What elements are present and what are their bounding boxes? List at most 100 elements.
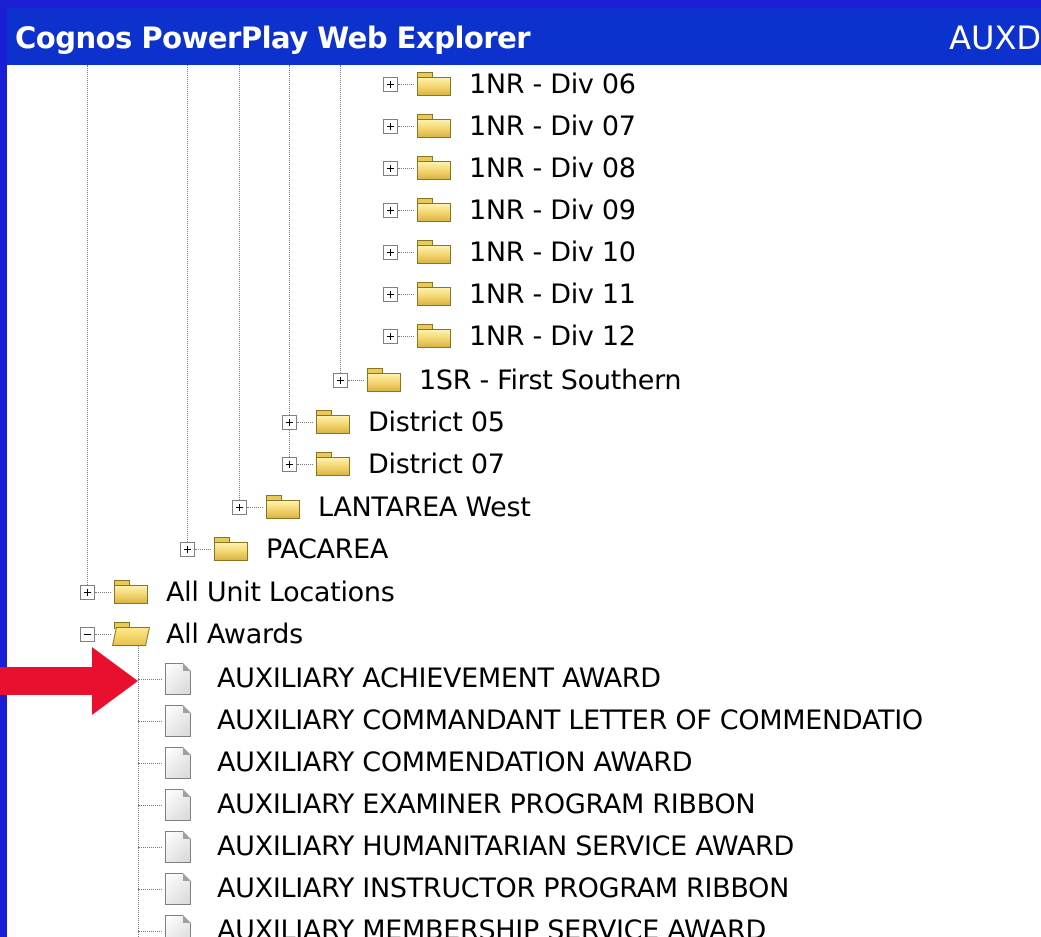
- tree-connector: [138, 679, 162, 680]
- folder-icon: [417, 156, 451, 180]
- tree-node-first-southern[interactable]: 1SR - First Southern: [7, 361, 767, 403]
- tree-connector: [348, 380, 364, 381]
- tree-node-div-09[interactable]: 1NR - Div 09: [7, 191, 707, 233]
- document-icon: [165, 663, 191, 695]
- tree-connector: [95, 592, 111, 593]
- tree-node-label: 1NR - Div 09: [469, 195, 636, 226]
- document-icon: [165, 873, 191, 905]
- tree-connector: [398, 84, 414, 85]
- tree-connector: [398, 126, 414, 127]
- red-arrow-icon: [0, 647, 138, 715]
- tree-leaf-award[interactable]: AUXILIARY HUMANITARIAN SERVICE AWARD: [7, 827, 1041, 869]
- tree-leaf-award[interactable]: AUXILIARY ACHIEVEMENT AWARD: [7, 659, 1041, 701]
- document-icon: [165, 705, 191, 737]
- tree-node-lantarea-west[interactable]: LANTAREA West: [7, 488, 607, 530]
- tree-node-label: 1NR - Div 06: [469, 69, 636, 100]
- document-icon: [165, 747, 191, 779]
- expand-icon[interactable]: [282, 457, 297, 472]
- tree-node-label: 1NR - Div 10: [469, 237, 636, 268]
- document-icon: [165, 915, 191, 937]
- tree-node-label: LANTAREA West: [318, 492, 531, 523]
- tree-panel: 1NR - Div 06 1NR - Div 07 1NR - Div 08 1…: [7, 65, 1041, 937]
- tree-connector: [398, 168, 414, 169]
- folder-icon: [417, 282, 451, 306]
- expand-icon[interactable]: [282, 415, 297, 430]
- tree-node-label: District 05: [368, 407, 505, 438]
- award-label: AUXILIARY HUMANITARIAN SERVICE AWARD: [217, 831, 794, 862]
- award-label: AUXILIARY EXAMINER PROGRAM RIBBON: [217, 789, 756, 820]
- tree-leaf-award[interactable]: AUXILIARY INSTRUCTOR PROGRAM RIBBON: [7, 869, 1041, 911]
- folder-icon: [417, 198, 451, 222]
- tree-connector: [138, 721, 162, 722]
- tree-node-label: 1NR - Div 08: [469, 153, 636, 184]
- expand-icon[interactable]: [333, 373, 348, 388]
- expand-icon[interactable]: [383, 287, 398, 302]
- open-folder-icon: [111, 622, 151, 646]
- tree-connector: [95, 634, 111, 635]
- award-label: AUXILIARY MEMBERSHIP SERVICE AWARD: [217, 915, 766, 937]
- expand-icon[interactable]: [383, 203, 398, 218]
- tree-leaf-award[interactable]: AUXILIARY COMMENDATION AWARD: [7, 743, 1041, 785]
- award-label: AUXILIARY COMMANDANT LETTER OF COMMENDAT…: [217, 705, 923, 736]
- tree-connector: [297, 422, 313, 423]
- tree-node-district-05[interactable]: District 05: [7, 403, 607, 445]
- expand-icon[interactable]: [383, 77, 398, 92]
- award-label: AUXILIARY ACHIEVEMENT AWARD: [217, 663, 661, 694]
- tree-node-div-06[interactable]: 1NR - Div 06: [7, 65, 707, 107]
- award-label: AUXILIARY INSTRUCTOR PROGRAM RIBBON: [217, 873, 790, 904]
- tree-leaf-award[interactable]: AUXILIARY MEMBERSHIP SERVICE AWARD: [7, 911, 1041, 937]
- award-label: AUXILIARY COMMENDATION AWARD: [217, 747, 693, 778]
- expand-icon[interactable]: [383, 329, 398, 344]
- expand-icon[interactable]: [232, 500, 247, 515]
- tree-connector: [398, 252, 414, 253]
- tree-connector: [398, 294, 414, 295]
- tree-node-label: 1NR - Div 11: [469, 279, 636, 310]
- window-title-right: AUXD: [949, 19, 1041, 57]
- window-title: Cognos PowerPlay Web Explorer: [15, 21, 531, 55]
- tree-node-div-11[interactable]: 1NR - Div 11: [7, 275, 707, 317]
- tree-node-label: 1NR - Div 07: [469, 111, 636, 142]
- tree-node-div-12[interactable]: 1NR - Div 12: [7, 317, 707, 359]
- tree-connector: [195, 549, 211, 550]
- tree-connector: [297, 464, 313, 465]
- document-icon: [165, 831, 191, 863]
- folder-icon: [367, 368, 401, 392]
- expand-icon[interactable]: [383, 161, 398, 176]
- folder-icon: [417, 240, 451, 264]
- expand-icon[interactable]: [383, 119, 398, 134]
- tree-connector: [398, 210, 414, 211]
- tree-node-div-07[interactable]: 1NR - Div 07: [7, 107, 707, 149]
- folder-icon: [417, 72, 451, 96]
- tree-node-district-07[interactable]: District 07: [7, 445, 607, 487]
- collapse-icon[interactable]: [80, 627, 95, 642]
- folder-icon: [417, 324, 451, 348]
- tree-node-div-08[interactable]: 1NR - Div 08: [7, 149, 707, 191]
- folder-icon: [114, 580, 148, 604]
- folder-icon: [214, 537, 248, 561]
- tree-node-div-10[interactable]: 1NR - Div 10: [7, 233, 707, 275]
- document-icon: [165, 789, 191, 821]
- tree-connector: [138, 763, 162, 764]
- folder-icon: [316, 410, 350, 434]
- tree-connector: [138, 847, 162, 848]
- tree-node-label: All Unit Locations: [166, 577, 395, 608]
- title-bar: Cognos PowerPlay Web Explorer AUXD: [7, 8, 1041, 65]
- tree-connector: [247, 507, 263, 508]
- tree-node-pacarea[interactable]: PACAREA: [7, 530, 507, 572]
- expand-icon[interactable]: [180, 542, 195, 557]
- tree-connector: [398, 336, 414, 337]
- tree-node-label: All Awards: [166, 619, 303, 650]
- tree-leaf-award[interactable]: AUXILIARY COMMANDANT LETTER OF COMMENDAT…: [7, 701, 1041, 743]
- tree-node-label: 1NR - Div 12: [469, 321, 636, 352]
- tree-connector: [138, 889, 162, 890]
- tree-node-label: 1SR - First Southern: [419, 365, 682, 396]
- tree-connector: [138, 931, 162, 932]
- tree-node-all-unit-locations[interactable]: All Unit Locations: [7, 573, 507, 615]
- tree-node-label: District 07: [368, 449, 505, 480]
- tree-leaf-award[interactable]: AUXILIARY EXAMINER PROGRAM RIBBON: [7, 785, 1041, 827]
- expand-icon[interactable]: [383, 245, 398, 260]
- folder-icon: [417, 114, 451, 138]
- folder-icon: [266, 495, 300, 519]
- tree-node-label: PACAREA: [266, 534, 389, 565]
- expand-icon[interactable]: [80, 585, 95, 600]
